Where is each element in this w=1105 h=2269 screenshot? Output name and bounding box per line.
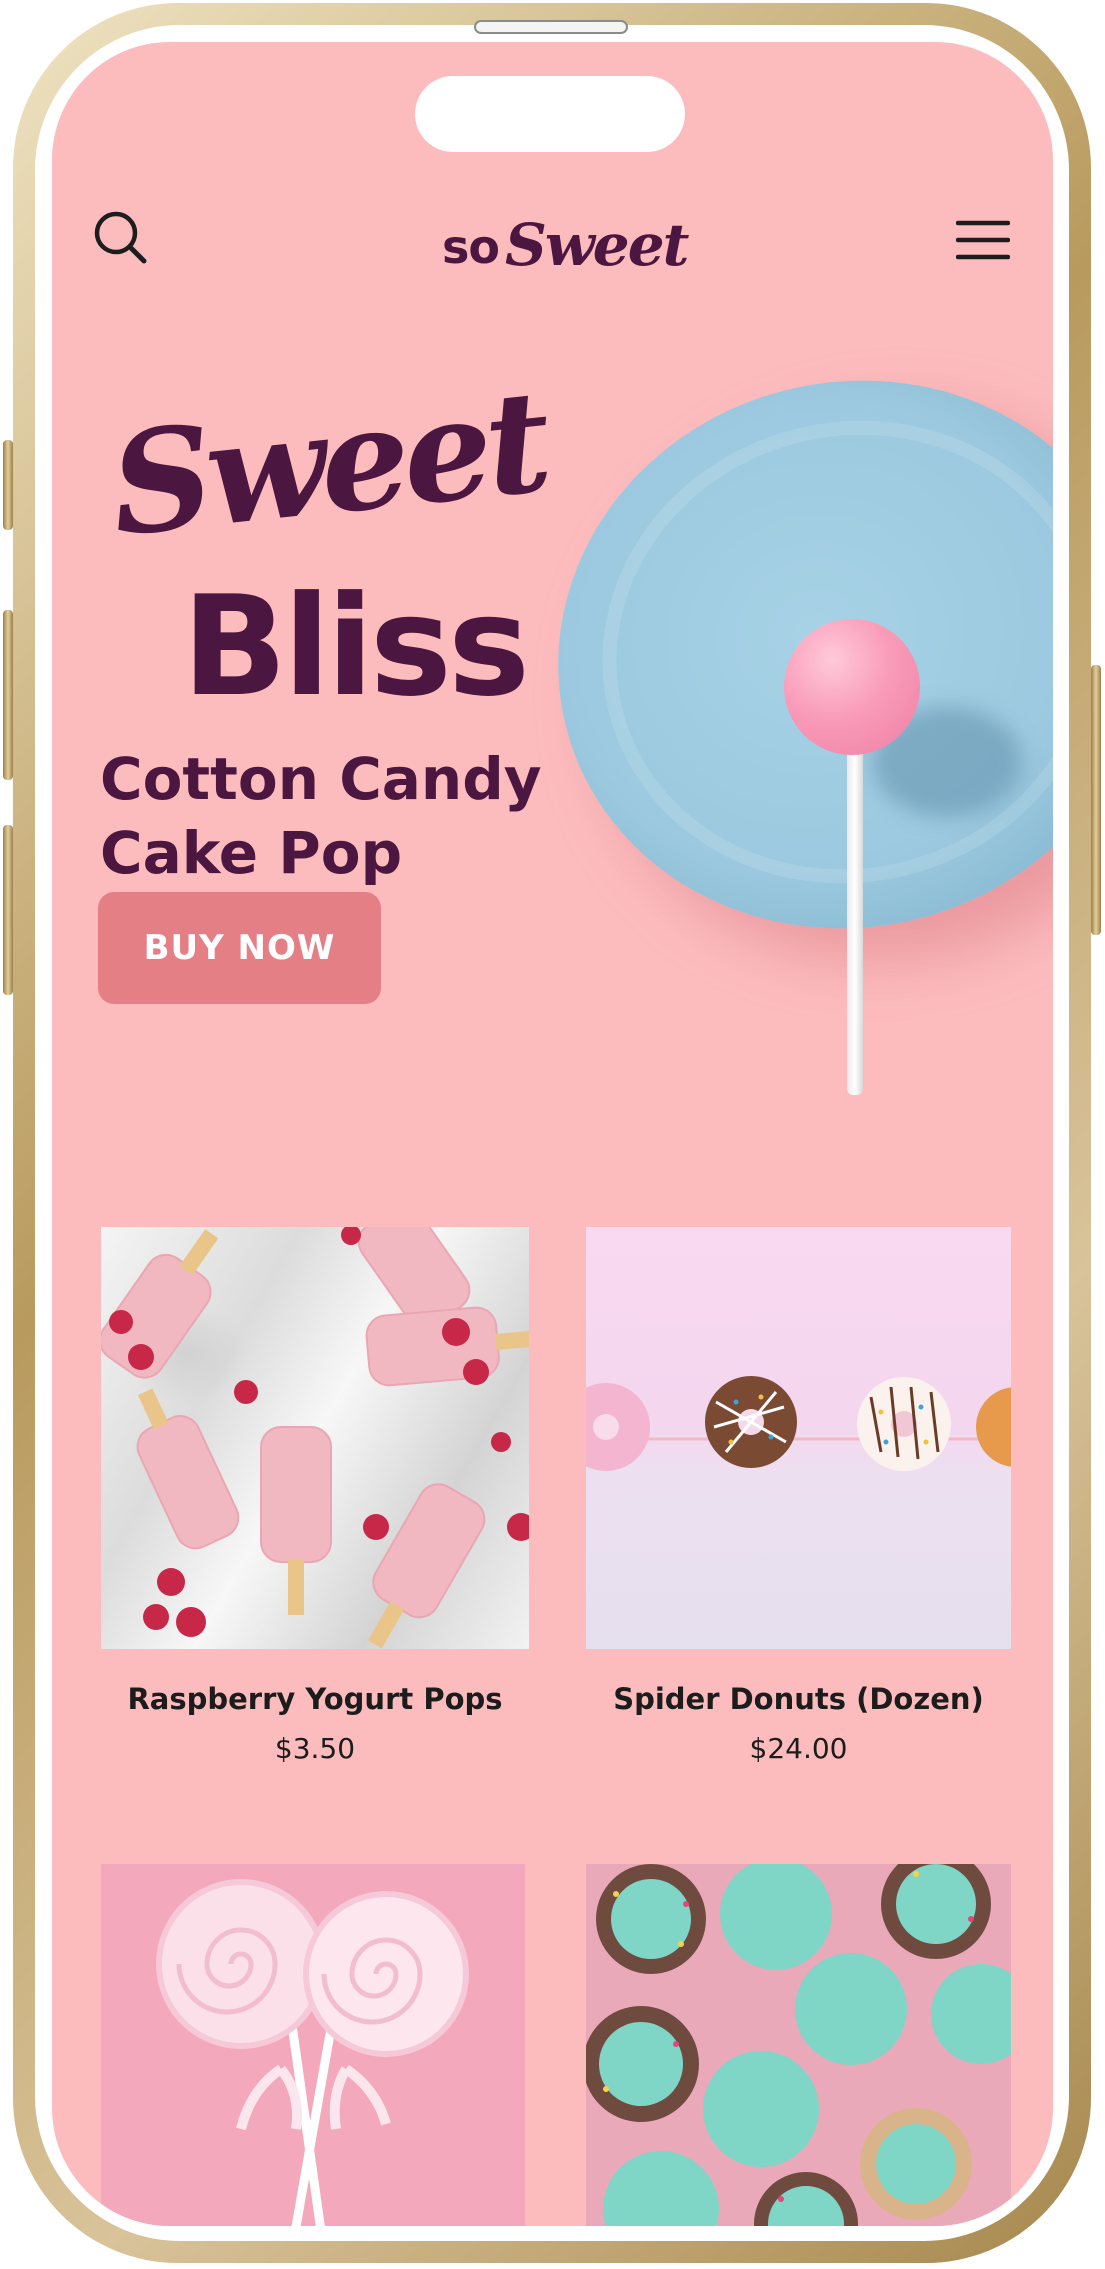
product-image-yogurt-pops[interactable] xyxy=(101,1227,529,1649)
volume-down-button xyxy=(3,825,13,995)
brand-logo[interactable]: so Sweet xyxy=(442,207,689,279)
product-card[interactable]: Spider Donuts (Dozen) $24.00 xyxy=(586,1227,1011,1765)
product-card[interactable]: Raspberry Yogurt Pops $3.50 xyxy=(101,1227,529,1765)
brand-logo-so: so xyxy=(442,220,500,274)
cake-pop-image xyxy=(784,619,920,755)
product-image-swirl-lollipops[interactable] xyxy=(101,1864,525,2226)
product-image-mint-cupcakes[interactable] xyxy=(586,1864,1011,2226)
cake-pop-stick xyxy=(847,742,863,1095)
lollipops-illustration xyxy=(156,1879,469,2226)
buy-now-button[interactable]: BUY NOW xyxy=(98,892,381,1004)
yogurt-pops-illustration xyxy=(101,1227,529,1649)
app-screen: so Sweet Sweet Bliss Cotton Candy Cake P… xyxy=(52,42,1053,2226)
product-price: $3.50 xyxy=(274,1732,356,1765)
product-price: $24.00 xyxy=(749,1732,848,1765)
hamburger-menu-icon[interactable] xyxy=(956,219,1010,261)
hero-blue-plate-image xyxy=(499,318,1053,991)
hero-script-title: Sweet xyxy=(103,360,553,569)
donuts-illustration xyxy=(586,1376,1011,1471)
power-button xyxy=(1091,665,1101,935)
app-header: so Sweet xyxy=(52,197,1053,287)
dynamic-island xyxy=(415,76,685,152)
hero-block-title: Bliss xyxy=(182,566,530,727)
mute-switch xyxy=(3,440,13,530)
product-name[interactable]: Spider Donuts (Dozen) xyxy=(586,1682,1011,1716)
product-card[interactable] xyxy=(101,1864,525,2226)
product-card[interactable] xyxy=(586,1864,1011,2226)
search-icon[interactable] xyxy=(92,209,148,265)
volume-up-button xyxy=(3,610,13,780)
cupcakes-illustration xyxy=(586,1864,1011,2226)
brand-logo-sweet: Sweet xyxy=(504,211,689,279)
hero-product-name: Cotton Candy Cake Pop xyxy=(100,745,542,887)
product-image-spider-donuts[interactable] xyxy=(586,1227,1011,1649)
earpiece-speaker xyxy=(474,20,628,34)
product-name[interactable]: Raspberry Yogurt Pops xyxy=(101,1682,529,1716)
